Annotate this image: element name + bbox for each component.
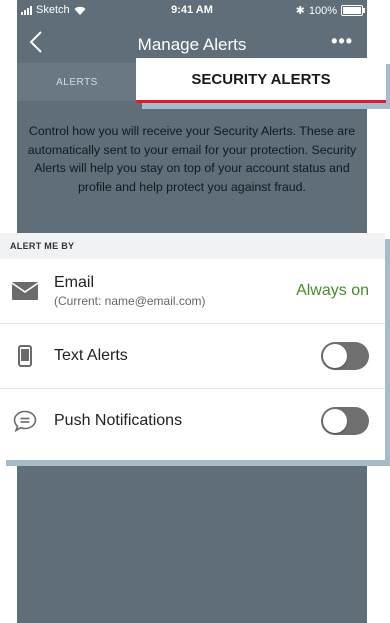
tab-security-alerts[interactable]: SECURITY ALERTS [136, 58, 386, 103]
push-notifications-label: Push Notifications [54, 412, 183, 429]
alert-row-email[interactable]: Email (Current: name@email.com) Always o… [0, 259, 385, 324]
status-bar: Sketch 9:41 AM ✱ 100% [17, 0, 367, 20]
more-options-icon[interactable]: ••• [331, 31, 353, 52]
alert-row-text[interactable]: Text Alerts [0, 324, 385, 389]
email-label: Email [54, 274, 95, 291]
battery-icon [341, 5, 365, 16]
alert-me-by-card: ALERT ME BY Email (Current: name@email.c… [0, 233, 385, 460]
email-status: Always on [296, 282, 369, 299]
alert-row-push[interactable]: Push Notifications [0, 389, 385, 453]
toggle-knob [323, 344, 347, 368]
tab-alerts[interactable]: ALERTS [17, 63, 137, 101]
toggle-knob [323, 409, 347, 433]
text-alerts-label: Text Alerts [54, 347, 128, 364]
email-current: (Current: name@email.com) [54, 294, 206, 308]
envelope-icon [12, 278, 38, 304]
page-title: Manage Alerts [137, 35, 247, 54]
push-notifications-toggle[interactable] [321, 407, 369, 435]
section-header: ALERT ME BY [0, 233, 385, 259]
battery-percent: 100% [308, 4, 337, 17]
chat-bubble-icon [12, 408, 38, 434]
bluetooth-icon: ✱ [295, 5, 305, 17]
phone-icon [12, 343, 38, 369]
description-text: Control how you will receive your Securi… [27, 124, 357, 194]
text-alerts-toggle[interactable] [321, 342, 369, 370]
